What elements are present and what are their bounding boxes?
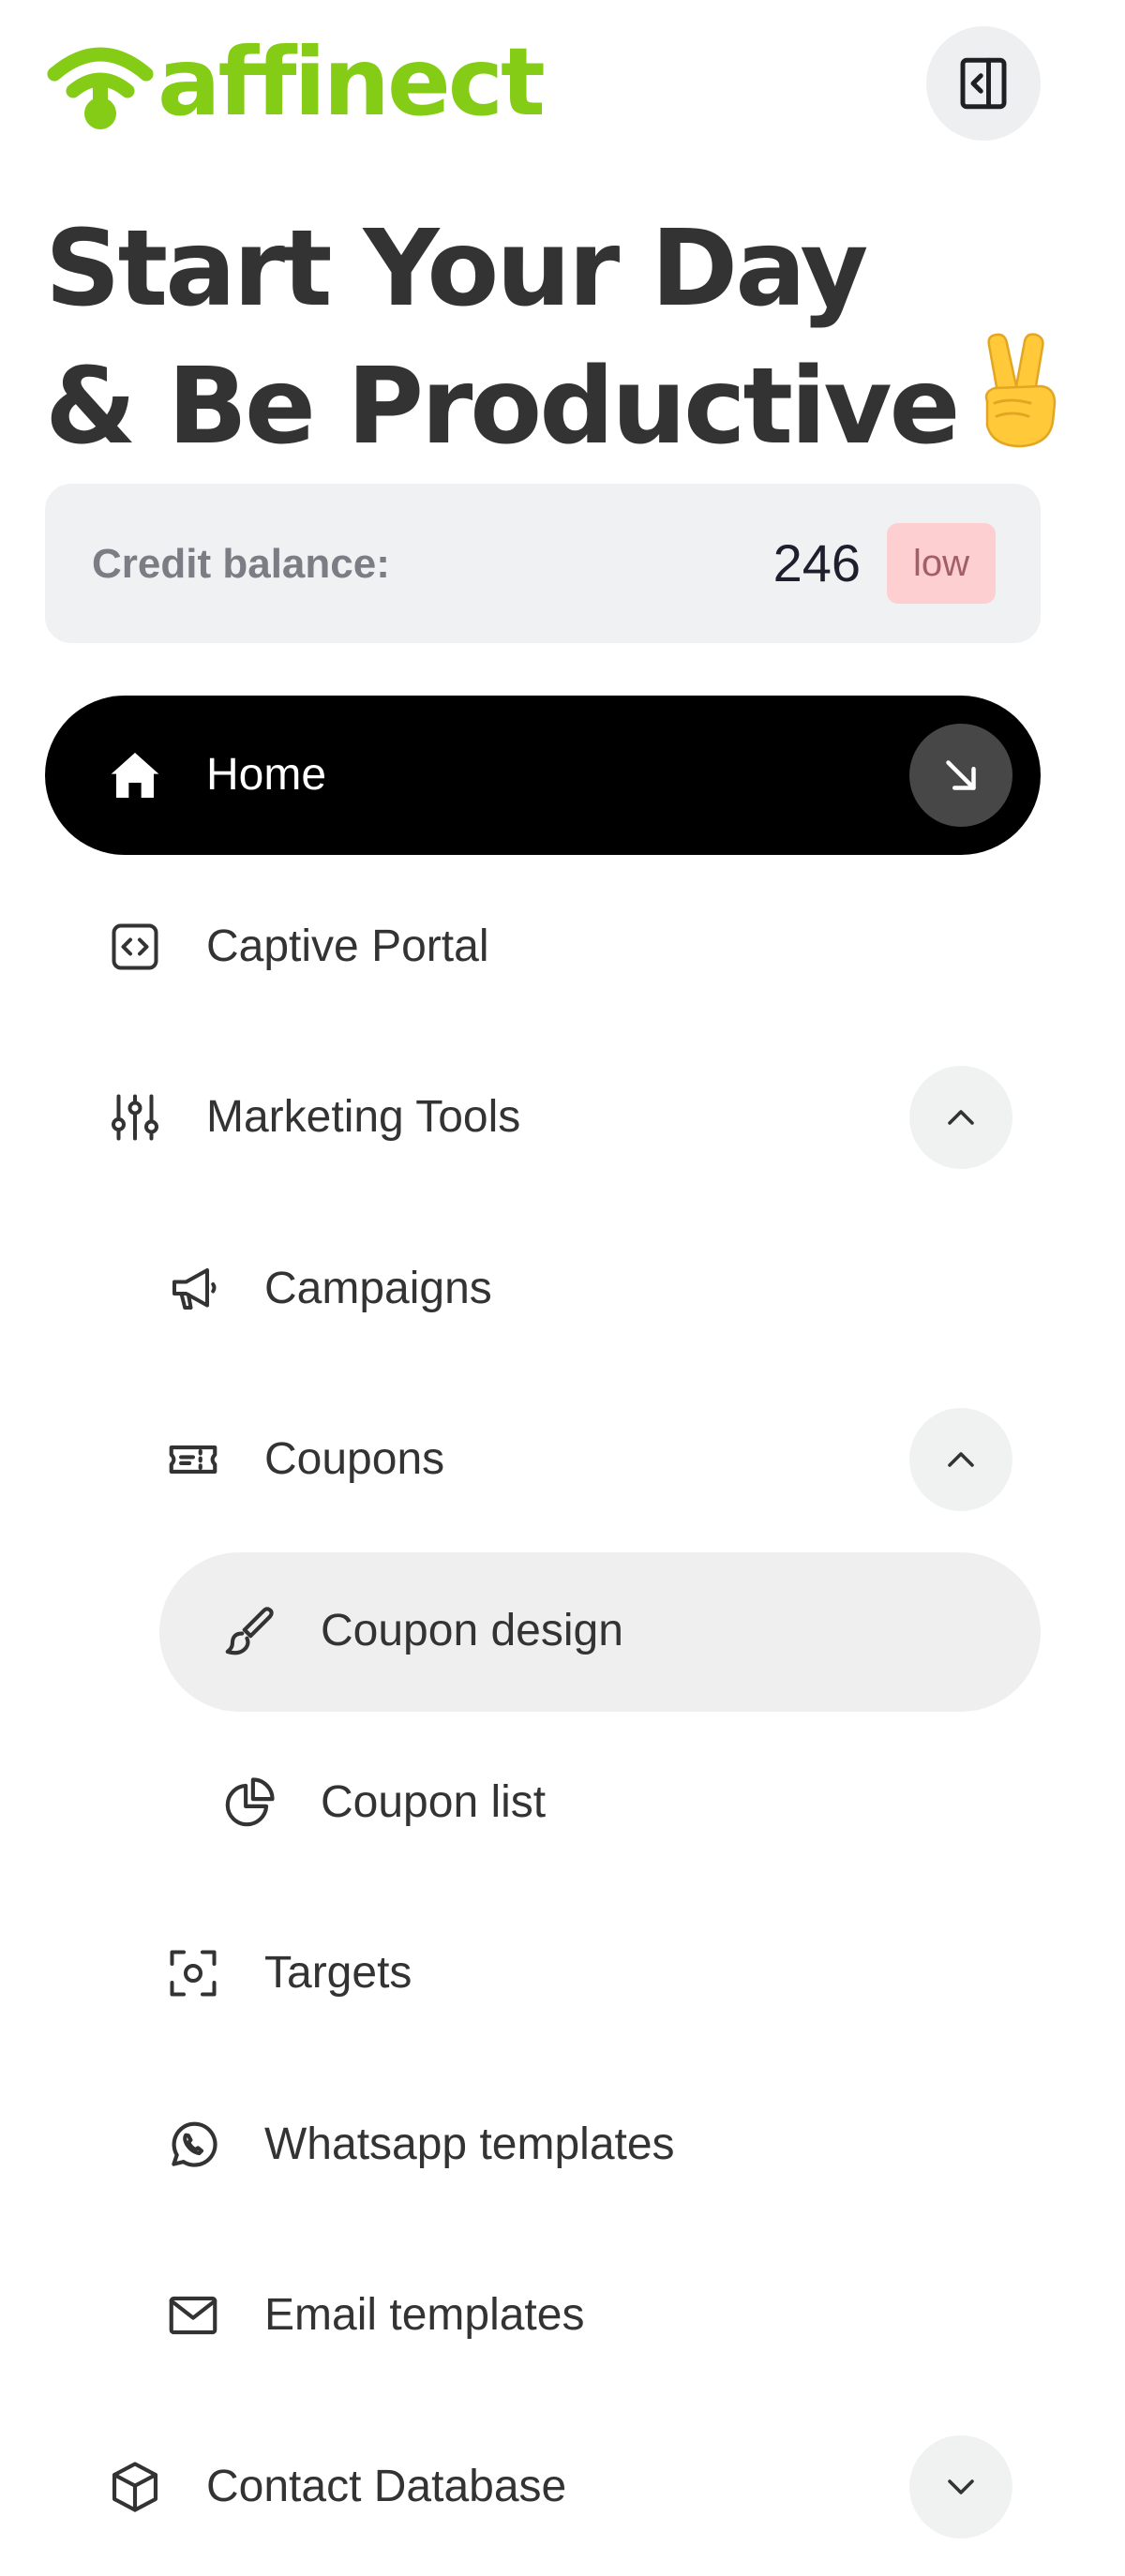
nav-item-coupons[interactable]: Coupons bbox=[163, 1422, 444, 1497]
nav-item-campaigns-label: Campaigns bbox=[264, 1264, 492, 1313]
nav-item-email-templates-label: Email templates bbox=[264, 2290, 585, 2340]
page-title-line-2: & Be Productive bbox=[45, 332, 1095, 470]
focus-target-icon bbox=[163, 1943, 223, 2003]
nav-item-coupon-list[interactable]: Coupon list bbox=[219, 1765, 546, 1840]
cube-icon bbox=[105, 2457, 165, 2517]
sidebar-collapse-icon bbox=[960, 57, 1007, 110]
credit-balance-card: Credit balance: 246 low bbox=[45, 484, 1041, 643]
sliders-icon bbox=[105, 1087, 165, 1147]
nav-item-marketing-tools[interactable]: Marketing Tools bbox=[105, 1080, 520, 1155]
home-icon bbox=[105, 745, 165, 805]
ticket-icon bbox=[163, 1430, 223, 1490]
nav-item-targets-label: Targets bbox=[264, 1948, 412, 1998]
nav-item-targets[interactable]: Targets bbox=[163, 1936, 412, 2011]
wifi-logo-icon bbox=[47, 47, 154, 129]
credit-balance-value: 246 bbox=[772, 533, 861, 592]
nav-item-email-templates[interactable]: Email templates bbox=[163, 2278, 584, 2353]
chevron-up-icon bbox=[948, 1452, 974, 1467]
contact-database-toggle-button[interactable] bbox=[909, 2435, 1012, 2539]
code-box-icon bbox=[105, 917, 165, 977]
nav-item-captive-portal[interactable]: Captive Portal bbox=[105, 909, 488, 984]
coupons-toggle-button[interactable] bbox=[909, 1408, 1012, 1511]
whatsapp-icon bbox=[163, 2115, 223, 2175]
pie-chart-icon bbox=[219, 1773, 279, 1833]
mail-icon bbox=[163, 2285, 223, 2345]
arrow-down-right-icon bbox=[946, 760, 976, 790]
nav-item-whatsapp-templates[interactable]: Whatsapp templates bbox=[163, 2107, 675, 2182]
brand-logo[interactable]: affinect bbox=[45, 27, 546, 137]
nav-item-contact-database-label: Contact Database bbox=[206, 2462, 567, 2511]
page-title-line-2-text: & Be Productive bbox=[45, 346, 960, 468]
credit-balance-label: Credit balance: bbox=[92, 541, 390, 587]
victory-hand-icon bbox=[985, 333, 1057, 448]
nav-item-home[interactable]: Home bbox=[45, 696, 1041, 855]
nav-item-contact-database[interactable]: Contact Database bbox=[105, 2449, 566, 2524]
nav-item-marketing-tools-label: Marketing Tools bbox=[206, 1092, 521, 1142]
brush-icon bbox=[219, 1601, 279, 1661]
home-arrow-button[interactable] bbox=[909, 724, 1012, 827]
nav-item-coupon-list-label: Coupon list bbox=[321, 1777, 547, 1827]
nav-item-coupon-design[interactable]: Coupon design bbox=[219, 1594, 623, 1669]
marketing-tools-toggle-button[interactable] bbox=[909, 1066, 1012, 1169]
nav-item-home-label: Home bbox=[206, 750, 327, 800]
collapse-sidebar-button[interactable] bbox=[926, 26, 1041, 141]
status-badge: low bbox=[887, 523, 996, 604]
nav-item-whatsapp-templates-label: Whatsapp templates bbox=[264, 2119, 675, 2169]
chevron-up-icon bbox=[948, 1110, 974, 1125]
nav-item-coupons-label: Coupons bbox=[264, 1434, 445, 1484]
nav-item-captive-portal-label: Captive Portal bbox=[206, 921, 489, 971]
chevron-down-icon bbox=[948, 2479, 974, 2494]
page-title-line-1: Start Your Day bbox=[45, 208, 868, 330]
page-title: Start Your Day & Be Productive bbox=[45, 206, 1095, 470]
megaphone-icon bbox=[163, 1259, 223, 1319]
nav-item-coupon-design-label: Coupon design bbox=[321, 1606, 623, 1655]
nav-item-campaigns[interactable]: Campaigns bbox=[163, 1251, 492, 1326]
brand-name: affinect bbox=[158, 27, 546, 137]
